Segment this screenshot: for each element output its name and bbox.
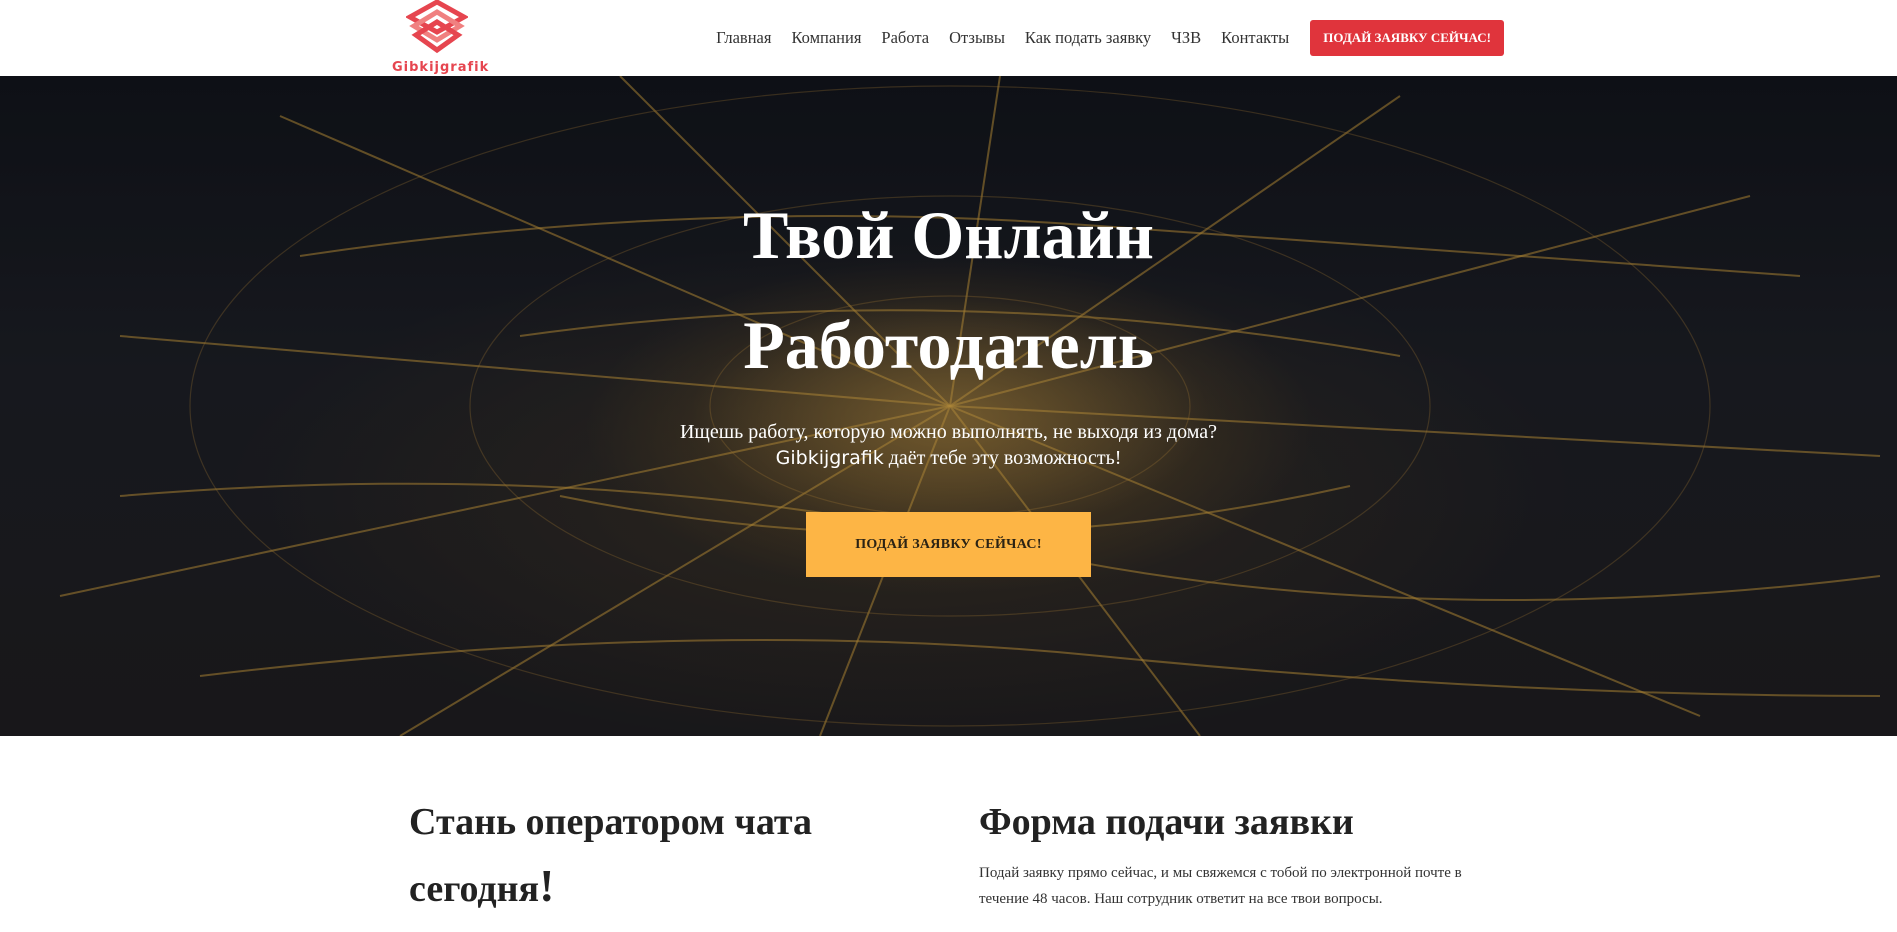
hero-subtitle-line-2: Gibkijgrafik даёт тебе эту возможность! bbox=[0, 445, 1897, 471]
left-column: Стань оператором чата сегодня! bbox=[409, 790, 879, 921]
hero-overlay bbox=[0, 76, 1897, 736]
hero-subtitle-line-1: Ищешь работу, которую можно выполнять, н… bbox=[679, 421, 1217, 443]
operator-heading-text: Стань оператором чата сегодня bbox=[409, 801, 813, 910]
operator-heading: Стань оператором чата сегодня! bbox=[409, 790, 879, 921]
nav-item-faq[interactable]: ЧЗВ bbox=[1171, 28, 1201, 48]
nav-item-contacts[interactable]: Контакты bbox=[1221, 28, 1289, 48]
stacked-diamond-logo-icon bbox=[406, 0, 468, 54]
nav-item-work[interactable]: Работа bbox=[881, 28, 929, 48]
hero-title: Твой Онлайн Работодатель bbox=[0, 180, 1897, 400]
right-column: Форма подачи заявки Подай заявку прямо с… bbox=[979, 790, 1499, 912]
nav-item-reviews[interactable]: Отзывы bbox=[949, 28, 1005, 48]
nav-item-how-to-apply[interactable]: Как подать заявку bbox=[1025, 28, 1151, 48]
application-form-heading: Форма подачи заявки bbox=[979, 801, 1354, 843]
main-nav: Главная Компания Работа Отзывы Как подат… bbox=[716, 0, 1504, 76]
hero-section: Твой Онлайн Работодатель Ищешь работу, к… bbox=[0, 76, 1897, 736]
hero-title-line-2: Работодатель bbox=[743, 307, 1154, 383]
hero-subtitle: Ищешь работу, которую можно выполнять, н… bbox=[0, 419, 1897, 471]
logo-text: Gibkijgrafik bbox=[392, 60, 490, 75]
nav-item-home[interactable]: Главная bbox=[716, 28, 771, 48]
site-header: Gibkijgrafik Главная Компания Работа Отз… bbox=[0, 0, 1897, 76]
nav-item-company[interactable]: Компания bbox=[791, 28, 861, 48]
operator-heading-mark: ! bbox=[539, 860, 555, 911]
header-apply-button[interactable]: ПОДАЙ ЗАЯВКУ СЕЙЧАС! bbox=[1310, 20, 1504, 56]
application-form-description: Подай заявку прямо сейчас, и мы свяжемся… bbox=[979, 865, 1462, 907]
hero-apply-button[interactable]: ПОДАЙ ЗАЯВКУ СЕЙЧАС! bbox=[806, 512, 1091, 577]
hero-subtitle-brand: Gibkijgrafik bbox=[775, 447, 884, 469]
logo[interactable]: Gibkijgrafik bbox=[392, 0, 490, 76]
hero-title-line-1: Твой Онлайн bbox=[743, 197, 1154, 273]
hero-subtitle-rest: даёт тебе эту возможность! bbox=[883, 447, 1122, 469]
